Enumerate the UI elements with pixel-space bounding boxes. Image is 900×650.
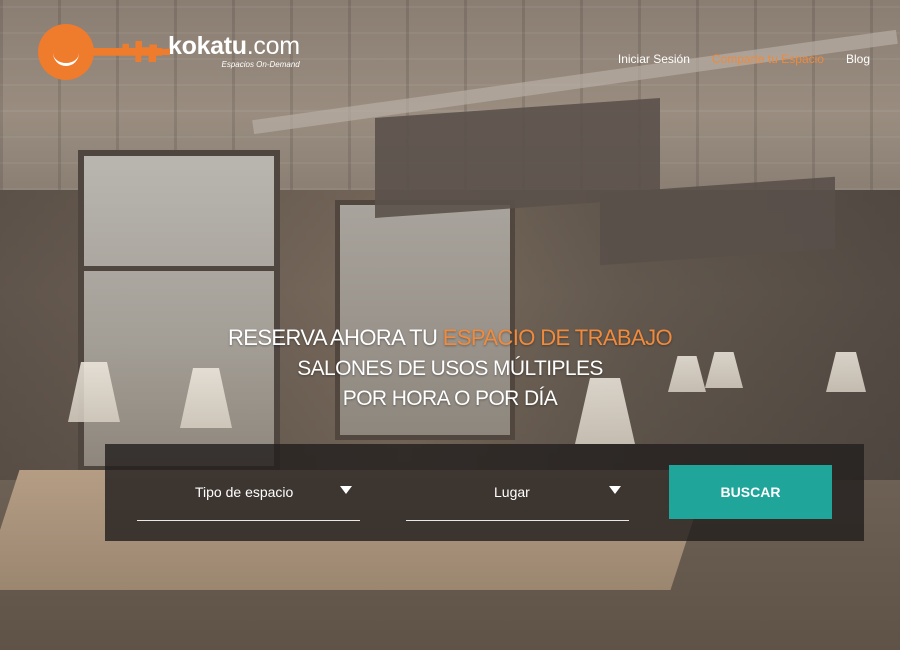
space-type-select[interactable]: Tipo de espacio [137,470,360,521]
chevron-down-icon [340,486,352,494]
logo-wordmark: kokatu.com Espacios On-Demand [168,32,300,69]
site-header: kokatu.com Espacios On-Demand Iniciar Se… [0,0,900,110]
hero-line-3: POR HORA O POR DÍA [342,387,558,410]
space-type-label: Tipo de espacio [195,484,294,500]
logo-name-main: kokatu [168,31,247,60]
background-acoustic-panel [600,176,835,266]
nav-share-space-link[interactable]: Comparte tu Espacio [712,52,824,66]
brand-logo[interactable]: kokatu.com Espacios On-Demand [38,24,300,80]
hero-line-1-prefix: RESERVA AHORA TU [227,325,443,350]
chevron-down-icon [609,486,621,494]
logo-face-icon [38,24,94,80]
nav-login-link[interactable]: Iniciar Sesión [618,52,690,66]
hero-heading: RESERVA AHORA TU ESPACIO DE TRABAJO SALO… [0,325,900,411]
logo-name: kokatu.com [168,32,300,60]
main-nav: Iniciar Sesión Comparte tu Espacio Blog [596,52,870,66]
background-window [78,150,280,472]
hero-line-1-highlight: ESPACIO DE TRABAJO [442,325,673,350]
hero-line-1: RESERVA AHORA TU ESPACIO DE TRABAJO [0,325,900,351]
logo-tagline: Espacios On-Demand [221,59,300,69]
search-bar: Tipo de espacio Lugar BUSCAR [105,444,864,541]
place-label: Lugar [494,484,530,500]
hero-line-2: SALONES DE USOS MÚLTIPLES [297,357,603,380]
search-button[interactable]: BUSCAR [669,465,832,519]
place-select[interactable]: Lugar [406,470,629,521]
nav-blog-link[interactable]: Blog [846,52,870,66]
logo-name-suffix: .com [246,31,300,60]
